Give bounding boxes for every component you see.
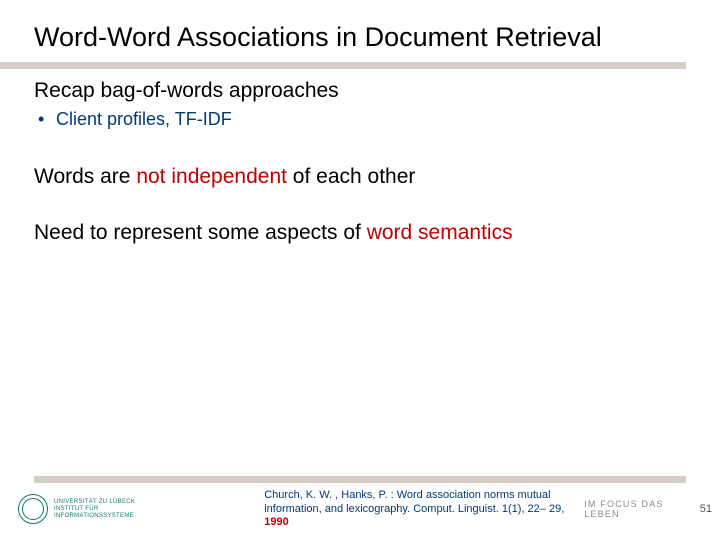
footer-rule bbox=[34, 476, 686, 483]
para1-pre: Words are bbox=[34, 165, 136, 188]
slide-body: Recap bag-of-words approaches • Client p… bbox=[0, 69, 720, 247]
citation-year: 1990 bbox=[264, 516, 288, 528]
footer: UNIVERSITÄT ZU LÜBECK INSTITUT FÜR INFOR… bbox=[0, 476, 720, 540]
subheading: Recap bag-of-words approaches bbox=[34, 79, 686, 103]
bullet-item: • Client profiles, TF-IDF bbox=[38, 109, 686, 130]
university-line2: INSTITUT FÜR INFORMATIONSSYSTEME bbox=[54, 506, 154, 520]
university-logo: UNIVERSITÄT ZU LÜBECK INSTITUT FÜR INFOR… bbox=[18, 494, 154, 524]
slide-title: Word-Word Associations in Document Retri… bbox=[34, 22, 686, 54]
slide: Word-Word Associations in Document Retri… bbox=[0, 0, 720, 540]
highlight-not-independent: not independent bbox=[136, 165, 287, 188]
university-text: UNIVERSITÄT ZU LÜBECK INSTITUT FÜR INFOR… bbox=[54, 499, 154, 520]
seal-icon bbox=[18, 494, 48, 524]
footer-row: UNIVERSITÄT ZU LÜBECK INSTITUT FÜR INFOR… bbox=[0, 489, 720, 540]
focus-tagline: IM FOCUS DAS LEBEN bbox=[584, 499, 684, 519]
citation: Church, K. W. , Hanks, P. : Word associa… bbox=[264, 489, 584, 530]
paragraph-1: Words are not independent of each other bbox=[34, 164, 686, 190]
page-number: 51 bbox=[700, 503, 712, 515]
university-line1: UNIVERSITÄT ZU LÜBECK bbox=[54, 499, 154, 506]
para2-pre: Need to represent some aspects of bbox=[34, 221, 367, 244]
paragraph-2: Need to represent some aspects of word s… bbox=[34, 220, 686, 246]
bullet-text: Client profiles, TF-IDF bbox=[56, 109, 232, 130]
title-block: Word-Word Associations in Document Retri… bbox=[0, 0, 720, 58]
bullet-marker: • bbox=[38, 109, 56, 130]
highlight-word-semantics: word semantics bbox=[367, 221, 513, 244]
citation-text: Church, K. W. , Hanks, P. : Word associa… bbox=[264, 489, 564, 515]
title-underline bbox=[0, 62, 686, 69]
para1-post: of each other bbox=[287, 165, 415, 188]
